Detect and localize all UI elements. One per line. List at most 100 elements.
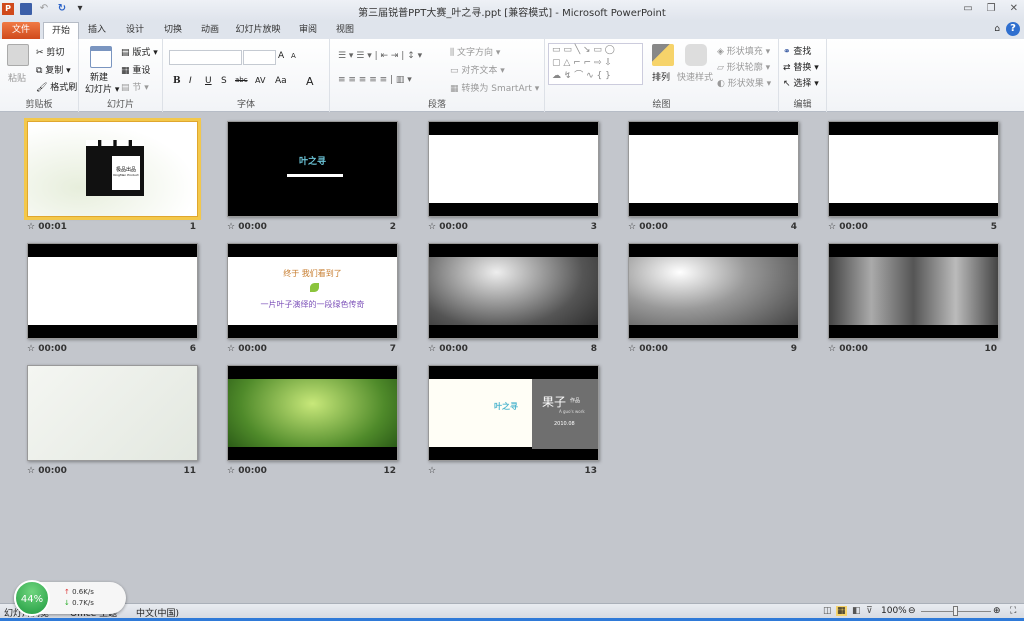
minimize-icon[interactable]: ▭ [963, 3, 972, 14]
quick-styles-button[interactable]: 快速样式 [677, 70, 713, 83]
slide-thumbnail-6[interactable] [27, 243, 198, 339]
underline-button[interactable]: U [205, 76, 212, 86]
shape-effects-button[interactable]: ◐ 形状效果 ▾ [717, 76, 771, 89]
shrink-font-button[interactable]: A [291, 52, 296, 60]
credits-author: 果子 [542, 395, 567, 409]
slide-thumbnail-5[interactable] [828, 121, 999, 217]
download-arrow-icon: ↓ [64, 599, 70, 607]
transition-star-icon[interactable]: ☆ [428, 222, 436, 232]
tab-transitions[interactable]: 切换 [158, 22, 188, 39]
transition-star-icon[interactable]: ☆ [828, 222, 836, 232]
slide-timing: 00:00 [839, 222, 868, 232]
paste-icon[interactable] [7, 44, 29, 66]
slide-timing: 00:00 [439, 344, 468, 354]
tab-animations[interactable]: 动画 [195, 22, 225, 39]
align-text-button[interactable]: ▭ 对齐文本 ▾ [450, 63, 505, 76]
slide-number: 2 [389, 222, 396, 232]
tab-home[interactable]: 开始 [43, 22, 79, 39]
italic-button[interactable]: I [189, 76, 192, 86]
slideshow-view-icon[interactable]: ⊽ [866, 606, 873, 616]
slide-thumbnail-12[interactable] [227, 365, 398, 461]
transition-star-icon[interactable]: ☆ [227, 344, 235, 354]
help-icon[interactable]: ? [1006, 22, 1020, 36]
drawing-group-label: 绘图 [652, 100, 671, 110]
shadow-button[interactable]: S [221, 76, 227, 86]
fit-to-window-icon[interactable]: ⛶ [1010, 606, 1016, 616]
tab-insert[interactable]: 插入 [82, 22, 112, 39]
transition-star-icon[interactable]: ☆ [227, 222, 235, 232]
font-name-combo[interactable] [169, 50, 242, 65]
cut-button[interactable]: ✂ 剪切 [36, 45, 64, 58]
network-speed-widget[interactable]: 44% ↑ 0.6K/s ↓ 0.7K/s [14, 580, 126, 616]
layout-button[interactable]: ▤ 版式 ▾ [121, 45, 158, 58]
minimize-ribbon-icon[interactable]: ⌂ [994, 24, 1000, 34]
strikethrough-button[interactable]: abc [235, 76, 248, 84]
new-slide-dropdown[interactable]: 幻灯片 ▾ [85, 82, 119, 95]
restore-icon[interactable]: ❐ [987, 3, 996, 14]
font-color-button[interactable]: A [306, 75, 314, 88]
transition-star-icon[interactable]: ☆ [27, 344, 35, 354]
bullets-icon[interactable]: ☰ ▾ ☰ ▾ | ⇤ ⇥ | ↕ ▾ [338, 51, 422, 61]
close-icon[interactable]: ✕ [1010, 3, 1018, 14]
replace-button[interactable]: ⇄ 替换 ▾ [783, 60, 819, 73]
slide-thumbnail-8[interactable] [428, 243, 599, 339]
shapes-gallery[interactable]: ▭ ▭ ╲ ↘ ▭ ◯ ▢ △ ⌐ ⌐ ⇨ ⇩ ☁ ↯ ⌒ ∿ { } [548, 43, 643, 85]
font-size-combo[interactable] [243, 50, 276, 65]
character-spacing-button[interactable]: AV [255, 76, 265, 85]
transition-star-icon[interactable]: ☆ [27, 466, 35, 476]
smartart-label: 转换为 SmartArt [461, 84, 532, 94]
quick-styles-icon[interactable] [685, 44, 707, 66]
reset-button[interactable]: ▦ 重设 [121, 63, 150, 76]
normal-view-icon[interactable]: ◫ [823, 606, 832, 616]
transition-star-icon[interactable]: ☆ [428, 344, 436, 354]
shape-fill-button[interactable]: ◈ 形状填充 ▾ [717, 44, 770, 57]
text-direction-button[interactable]: ⫼ 文字方向 ▾ [450, 45, 500, 58]
new-slide-icon[interactable] [90, 46, 112, 68]
tab-review[interactable]: 审阅 [293, 22, 323, 39]
slide-thumbnail-3[interactable] [428, 121, 599, 217]
title-bar: P ↶ ↻ ▾ 第三届锐普PPT大赛_叶之寻.ppt [兼容模式] - Micr… [0, 0, 1024, 21]
paste-button[interactable]: 粘贴 [8, 71, 26, 84]
section-button[interactable]: ▤ 节 ▾ [121, 80, 149, 93]
slide-thumbnail-7[interactable]: 终于 我们看到了 一片叶子演绎的一段绿色传奇 [227, 243, 398, 339]
tab-slideshow[interactable]: 幻灯片放映 [232, 22, 284, 39]
find-button[interactable]: ⚭ 查找 [783, 44, 811, 57]
grow-font-button[interactable]: A [278, 51, 284, 61]
convert-smartart-button[interactable]: ▦ 转换为 SmartArt ▾ [450, 81, 539, 94]
format-painter-button[interactable]: 🖌 格式刷 [36, 80, 77, 93]
tab-view[interactable]: 视图 [330, 22, 360, 39]
bold-button[interactable]: B [173, 76, 181, 86]
transition-star-icon[interactable]: ☆ [227, 466, 235, 476]
slide-thumbnail-10[interactable] [828, 243, 999, 339]
tab-file[interactable]: 文件 [2, 22, 40, 39]
transition-star-icon[interactable]: ☆ [628, 344, 636, 354]
slide-text-line-1: 终于 我们看到了 [283, 269, 342, 278]
zoom-level[interactable]: 100% [881, 606, 907, 616]
select-label: 选择 [793, 79, 812, 89]
zoom-out-icon[interactable]: ⊖ [908, 606, 916, 616]
slide-thumbnail-9[interactable] [628, 243, 799, 339]
change-case-button[interactable]: Aa [275, 76, 287, 86]
zoom-in-icon[interactable]: ⊕ [993, 606, 1001, 616]
select-button[interactable]: ↖ 选择 ▾ [783, 76, 819, 89]
reading-view-icon[interactable]: ◧ [852, 606, 861, 616]
shape-outline-button[interactable]: ▱ 形状轮廓 ▾ [717, 60, 770, 73]
transition-star-icon[interactable]: ☆ [428, 466, 436, 476]
transition-star-icon[interactable]: ☆ [628, 222, 636, 232]
slide-thumbnail-4[interactable] [628, 121, 799, 217]
arrange-icon[interactable] [652, 44, 674, 66]
slide-thumbnail-11[interactable] [27, 365, 198, 461]
slide-meta: ☆ 00:00 5 [828, 222, 999, 232]
alignment-icons[interactable]: ≡ ≡ ≡ ≡ ≡ | ▥ ▾ [338, 75, 412, 85]
slide-sorter-view-icon[interactable]: ▦ [836, 606, 847, 616]
slide-thumbnail-2[interactable]: 叶之寻 [227, 121, 398, 217]
arrange-button[interactable]: 排列 [652, 70, 670, 83]
transition-star-icon[interactable]: ☆ [828, 344, 836, 354]
slide-thumbnail-13[interactable]: 叶之寻 果子 作品 A guo's work 2010.08 [428, 365, 599, 461]
copy-button[interactable]: ⧉ 复制 ▾ [36, 63, 71, 76]
slide-number: 10 [984, 344, 997, 354]
transition-star-icon[interactable]: ☆ [27, 222, 35, 232]
zoom-slider-thumb[interactable] [953, 606, 958, 616]
tab-design[interactable]: 设计 [120, 22, 150, 39]
slide-thumbnail-1[interactable]: 极品出品 KingMan Product [24, 118, 201, 220]
